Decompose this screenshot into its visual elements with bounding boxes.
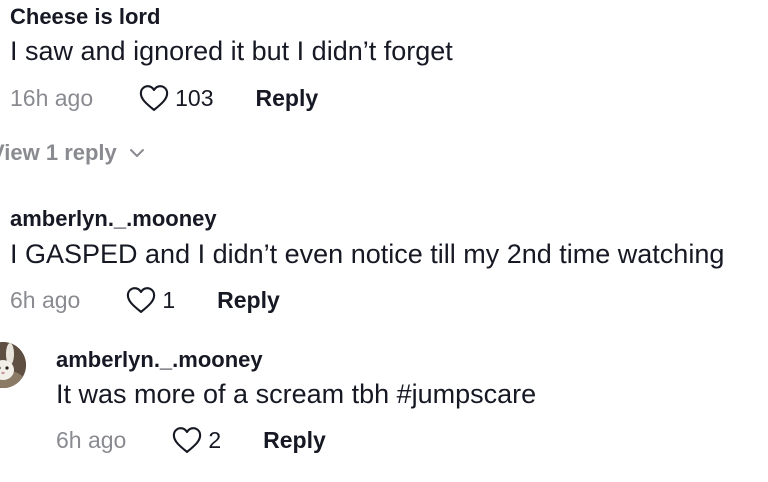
comment-username[interactable]: Cheese is lord — [10, 4, 160, 30]
like-button[interactable]: 2 — [172, 426, 221, 454]
comment-time: 6h ago — [56, 426, 127, 453]
comment-username[interactable]: amberlyn._.mooney — [10, 206, 217, 232]
reply-button[interactable]: Reply — [256, 85, 319, 112]
heart-outline-icon — [127, 287, 156, 313]
like-button[interactable]: 1 — [126, 286, 175, 314]
comment-text: I saw and ignored it but I didn’t forget — [10, 36, 453, 66]
heart-outline-icon — [139, 85, 169, 111]
comment-username[interactable]: amberlyn._.mooney — [56, 347, 263, 373]
view-replies-label: View 1 reply — [0, 140, 117, 165]
comment-meta: 16h ago 103 Reply — [10, 83, 318, 113]
chevron-down-icon — [129, 149, 144, 157]
comment-text: I GASPED and I didn’t even notice till m… — [10, 239, 725, 269]
rabbit-avatar — [0, 342, 26, 388]
reply-button[interactable]: Reply — [263, 427, 326, 454]
like-count: 103 — [175, 84, 214, 111]
comment-time: 16h ago — [10, 84, 94, 111]
like-count: 1 — [162, 286, 176, 313]
heart-outline-icon — [173, 427, 202, 453]
like-count: 2 — [208, 426, 222, 453]
comment-time: 6h ago — [10, 286, 81, 313]
like-button[interactable]: 103 — [139, 84, 214, 112]
comment-text: It was more of a scream tbh #jumpscare — [56, 379, 537, 409]
reply-button[interactable]: Reply — [217, 287, 280, 314]
avatar[interactable] — [0, 342, 26, 388]
view-replies-button[interactable]: View 1 reply — [0, 140, 145, 166]
comment-meta: 6h ago 2 Reply — [56, 425, 326, 455]
comment-meta: 6h ago 1 Reply — [10, 285, 280, 315]
